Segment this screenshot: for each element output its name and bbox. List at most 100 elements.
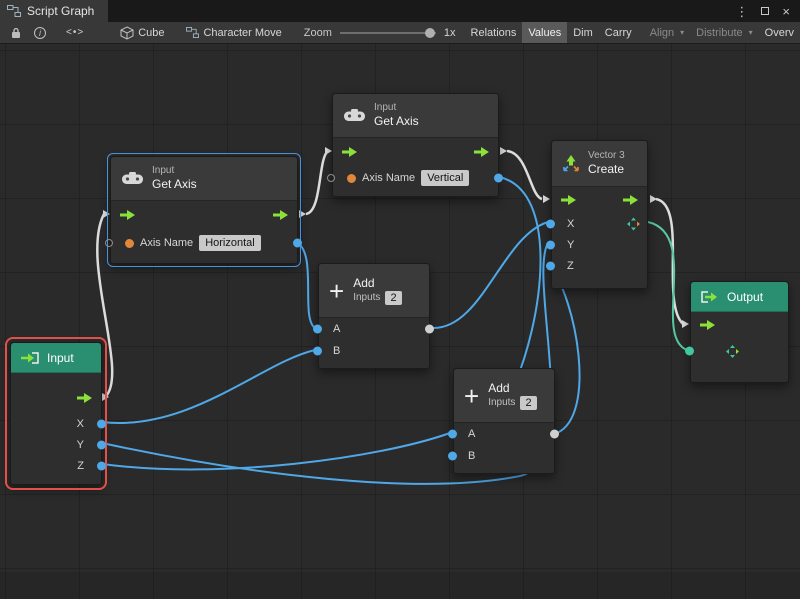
string-input-port[interactable] <box>327 174 335 182</box>
angle-dot-icon: <•> <box>66 27 84 38</box>
inputs-count-field[interactable]: 2 <box>385 291 401 305</box>
dim-button[interactable]: Dim <box>567 22 599 44</box>
graph-canvas[interactable]: Input Get Axis Axis Name Vertical <box>0 44 800 599</box>
y-output-port[interactable] <box>97 440 106 449</box>
close-icon[interactable]: × <box>782 5 790 18</box>
control-input-arrow-icon[interactable] <box>119 210 136 221</box>
kebab-menu-icon[interactable]: ⋮ <box>735 5 748 18</box>
vector3-output-port-icon[interactable] <box>627 217 640 230</box>
x-output-port[interactable] <box>97 419 106 428</box>
breadcrumb-character-move[interactable]: Character Move <box>180 22 287 44</box>
wire-input-x-to-add-top-b[interactable] <box>102 350 315 423</box>
wire-add-top-to-vector3-x[interactable] <box>432 222 548 328</box>
node-header[interactable]: Input Get Axis <box>333 94 498 138</box>
relations-button[interactable]: Relations <box>465 22 523 44</box>
chevron-down-icon: ▾ <box>749 28 753 37</box>
graph-toolbar: i <•> Cube Character Move Zoom 1x Relati… <box>0 22 800 44</box>
overview-fit-button[interactable]: <•> <box>60 22 90 44</box>
node-header[interactable]: Output <box>691 282 788 312</box>
node-get-axis-horizontal[interactable]: Input Get Axis Axis Name Horizontal <box>110 156 298 264</box>
port-a-label: A <box>333 323 340 335</box>
wire-control-getaxis-horizontal-to-getaxis-vertical[interactable] <box>306 151 328 214</box>
plus-icon: + <box>329 278 344 304</box>
z-input-port[interactable] <box>546 261 555 270</box>
inputs-label: Inputs <box>488 397 515 409</box>
tab-script-graph[interactable]: Script Graph <box>0 0 108 22</box>
wire-vector3-to-output-value[interactable] <box>648 222 687 350</box>
port-x-label: X <box>567 218 574 230</box>
input-port-b[interactable] <box>313 347 322 356</box>
overview-button[interactable]: Overv <box>759 22 800 44</box>
zoom-slider[interactable] <box>340 32 436 34</box>
port-row-x: X <box>11 413 101 434</box>
node-header[interactable]: Input Get Axis <box>111 157 297 201</box>
node-add-top[interactable]: + Add Inputs 2 A B <box>318 263 430 369</box>
breadcrumb-cube[interactable]: Cube <box>114 22 170 44</box>
input-port-b[interactable] <box>448 452 457 461</box>
node-graph-input[interactable]: Input X Y Z <box>10 342 102 485</box>
input-icon <box>20 352 40 364</box>
string-literal-dot <box>125 239 134 248</box>
y-input-port[interactable] <box>546 240 555 249</box>
node-add-bottom[interactable]: + Add Inputs 2 A B <box>453 368 555 474</box>
lock-icon <box>10 27 22 39</box>
values-label: Values <box>528 27 561 39</box>
control-flow-row <box>552 187 647 213</box>
wire-input-z-to-add-bottom-a[interactable] <box>102 433 450 469</box>
node-graph-output[interactable]: Output <box>690 281 789 383</box>
wire-getaxis-horizontal-to-add-top-a[interactable] <box>296 242 315 328</box>
sum-output-port[interactable] <box>425 325 434 334</box>
control-output-arrow-icon[interactable] <box>473 147 490 158</box>
axis-name-row: Axis Name Horizontal <box>111 231 297 255</box>
port-b-label: B <box>333 345 340 357</box>
control-output-arrow-icon[interactable] <box>622 195 639 206</box>
port-row-b: B <box>319 340 429 362</box>
values-button[interactable]: Values <box>522 22 567 44</box>
string-input-port[interactable] <box>105 239 113 247</box>
port-y-label: Y <box>77 439 84 451</box>
node-vector3-create[interactable]: Vector 3 Create X Y <box>551 140 648 289</box>
node-header[interactable]: Vector 3 Create <box>552 141 647 187</box>
axis-name-field[interactable]: Horizontal <box>199 235 261 251</box>
wire-arrowhead <box>299 210 306 218</box>
port-y-label: Y <box>567 239 574 251</box>
node-header[interactable]: Input <box>11 343 101 373</box>
control-output-arrow-icon[interactable] <box>76 393 93 404</box>
lock-button[interactable] <box>4 22 28 44</box>
output-icon <box>700 291 720 303</box>
node-title: Create <box>588 162 625 176</box>
float-output-port[interactable] <box>494 174 503 183</box>
sum-output-port[interactable] <box>550 430 559 439</box>
info-button[interactable]: i <box>28 22 52 44</box>
maximize-icon[interactable] <box>760 6 770 16</box>
zoom-slider-handle[interactable] <box>425 28 435 38</box>
node-header[interactable]: + Add Inputs 2 <box>319 264 429 318</box>
distribute-dropdown[interactable]: Distribute▾ <box>690 22 758 44</box>
node-title: Input <box>47 351 74 365</box>
control-input-arrow-icon[interactable] <box>699 320 716 331</box>
z-output-port[interactable] <box>97 461 106 470</box>
plus-icon: + <box>464 383 479 409</box>
align-dropdown[interactable]: Align▾ <box>644 22 690 44</box>
input-port-a[interactable] <box>313 325 322 334</box>
wire-control-vector3-to-output[interactable] <box>656 199 683 324</box>
carry-button[interactable]: Carry <box>599 22 638 44</box>
inputs-count-field[interactable]: 2 <box>520 396 536 410</box>
float-output-port[interactable] <box>293 239 302 248</box>
x-input-port[interactable] <box>546 219 555 228</box>
vector3-input-port[interactable] <box>685 347 694 356</box>
control-input-arrow-icon[interactable] <box>560 195 577 206</box>
control-input-arrow-icon[interactable] <box>341 147 358 158</box>
control-output-arrow-icon[interactable] <box>272 210 289 221</box>
node-category: Input <box>374 102 419 114</box>
wire-control-getaxis-vertical-to-vector3[interactable] <box>507 151 542 199</box>
input-port-a[interactable] <box>448 430 457 439</box>
axis-name-field[interactable]: Vertical <box>421 170 469 186</box>
node-header[interactable]: + Add Inputs 2 <box>454 369 554 423</box>
dim-label: Dim <box>573 27 593 39</box>
node-get-axis-vertical[interactable]: Input Get Axis Axis Name Vertical <box>332 93 499 197</box>
node-title: Add <box>488 381 536 395</box>
port-row-a: A <box>319 318 429 340</box>
port-row-z: Z <box>11 455 101 476</box>
port-a-label: A <box>468 428 475 440</box>
